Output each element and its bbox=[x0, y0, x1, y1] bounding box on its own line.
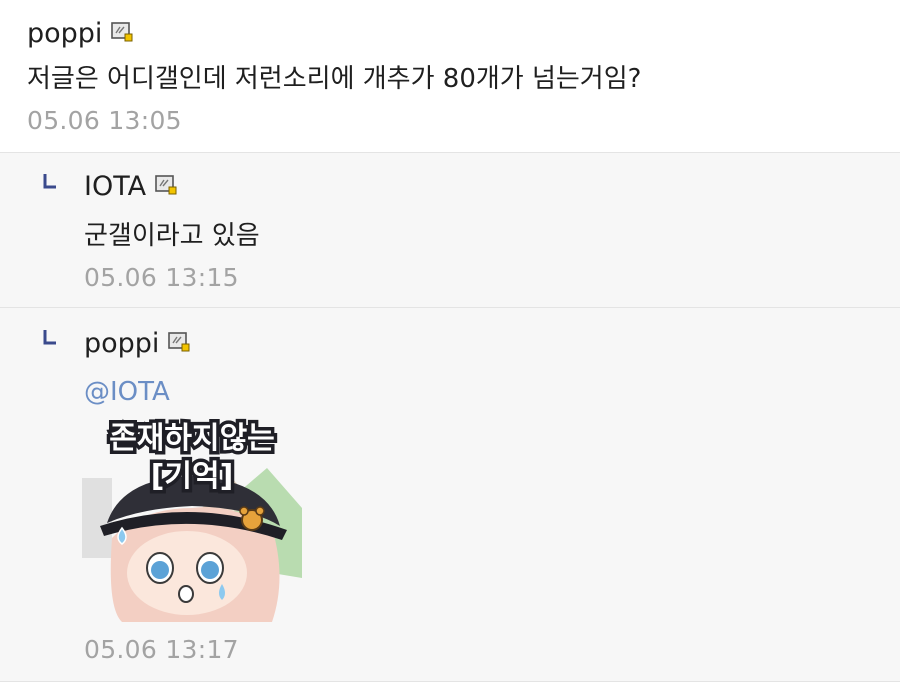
reply-item: IOTA 군갤이라고 있음 05.06 13:15 bbox=[0, 153, 900, 308]
sticker-text-line2: [기억] bbox=[151, 459, 234, 494]
comment-author[interactable]: poppi bbox=[84, 330, 191, 357]
nickname[interactable]: poppi bbox=[84, 330, 159, 357]
comment-text: 군갤이라고 있음 bbox=[84, 221, 260, 251]
mention-link[interactable]: @IOTA bbox=[84, 379, 170, 405]
sticker-text-line1: 존재하지않는 bbox=[109, 421, 275, 456]
comment-item: poppi 저글은 어디갤인데 저런소리에 개추가 80개가 넘는거임? 05.… bbox=[0, 0, 900, 153]
comment-author[interactable]: poppi bbox=[27, 20, 134, 47]
reply-arrow-icon bbox=[43, 174, 56, 189]
gallery-nick-icon bbox=[168, 331, 190, 351]
gallery-nick-icon bbox=[111, 21, 133, 41]
sticker-image[interactable]: 존재하지않는 [기억] bbox=[82, 408, 302, 622]
reply-arrow-icon bbox=[43, 330, 56, 345]
comment-author[interactable]: IOTA bbox=[84, 173, 178, 200]
reply-item: poppi @IOTA 존재하지않는 [기억] 05.06 13:17 bbox=[0, 308, 900, 682]
gallery-nick-icon bbox=[155, 174, 177, 194]
comment-text: 저글은 어디갤인데 저런소리에 개추가 80개가 넘는거임? bbox=[27, 64, 642, 94]
comment-time: 05.06 13:15 bbox=[84, 263, 239, 292]
comment-time: 05.06 13:17 bbox=[84, 635, 239, 664]
nickname[interactable]: poppi bbox=[27, 20, 102, 47]
comment-time: 05.06 13:05 bbox=[27, 106, 182, 135]
nickname[interactable]: IOTA bbox=[84, 173, 146, 200]
